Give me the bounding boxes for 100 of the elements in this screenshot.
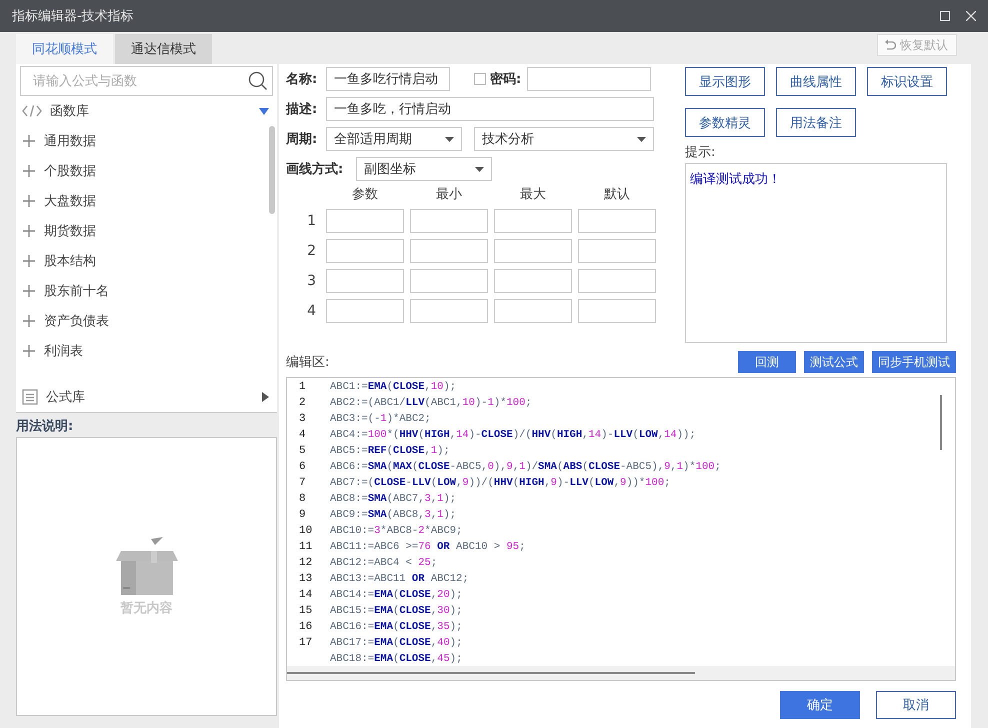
line-number: 10 bbox=[298, 525, 314, 537]
password-field[interactable] bbox=[527, 67, 652, 91]
code-line: ABC18:=EMA(CLOSE,45); bbox=[330, 653, 462, 665]
column-header: 最小 bbox=[435, 187, 463, 203]
code-line: ABC7:=(CLOSE-LLV(LOW,9))/(HHV(HIGH,9)-LLV(LOW,9))*100; bbox=[330, 477, 670, 489]
line-number: 16 bbox=[298, 621, 314, 633]
param-field[interactable] bbox=[326, 209, 404, 233]
code-editor[interactable] bbox=[286, 377, 956, 681]
line-number: 9 bbox=[298, 509, 307, 521]
code-line: ABC17:=EMA(CLOSE,40); bbox=[330, 637, 462, 649]
param-field[interactable] bbox=[326, 299, 404, 323]
param-field[interactable] bbox=[494, 299, 572, 323]
search-icon[interactable] bbox=[248, 71, 268, 91]
scrollbar-thumb[interactable] bbox=[940, 395, 942, 450]
row-number: 4 bbox=[306, 302, 317, 321]
line-number: 3 bbox=[298, 413, 307, 425]
code-line: ABC6:=SMA(MAX(CLOSE-ABC5,0),9,1)/SMA(ABS(CLOSE-ABC5),9,1)*100; bbox=[330, 461, 721, 473]
search-field[interactable]: 请输入公式与函数 bbox=[20, 66, 273, 96]
param-field[interactable] bbox=[410, 209, 488, 233]
code-line: ABC16:=EMA(CLOSE,35); bbox=[330, 621, 462, 633]
code-line: ABC14:=EMA(CLOSE,20); bbox=[330, 589, 462, 601]
hint-label: 提示: bbox=[685, 144, 716, 161]
empty-box-icon bbox=[114, 536, 178, 594]
library-item[interactable]: 个股数据 bbox=[20, 156, 263, 186]
action-button[interactable]: 标识设置 bbox=[867, 67, 947, 96]
code-line: ABC3:=(-1)*ABC2; bbox=[330, 413, 431, 425]
close-icon[interactable] bbox=[966, 11, 976, 21]
caret-down-icon bbox=[637, 136, 646, 142]
password-label: 密码: bbox=[490, 70, 522, 88]
param-field[interactable] bbox=[494, 209, 572, 233]
draw-mode-label: 画线方式: bbox=[286, 160, 344, 178]
caret-down-icon bbox=[445, 136, 454, 142]
row-number: 1 bbox=[306, 212, 317, 231]
maximize-icon[interactable] bbox=[940, 11, 950, 21]
name-field[interactable]: 一鱼多吃行情启动 bbox=[326, 67, 450, 91]
code-line: ABC4:=100*(HHV(HIGH,14)-CLOSE)/(HHV(HIGH,14)-LLV(LOW,14)); bbox=[330, 429, 696, 441]
code-line: ABC1:=EMA(CLOSE,10); bbox=[330, 381, 456, 393]
period-dropdown[interactable]: 全部适用周期 bbox=[326, 127, 462, 151]
column-header: 最大 bbox=[519, 187, 547, 203]
row-number: 3 bbox=[306, 272, 317, 291]
param-field[interactable] bbox=[578, 269, 656, 293]
line-number: 6 bbox=[298, 461, 307, 473]
line-number: 2 bbox=[298, 397, 307, 409]
param-field[interactable] bbox=[410, 299, 488, 323]
editor-button[interactable]: 测试公式 bbox=[804, 351, 864, 373]
code-icon bbox=[22, 105, 42, 117]
action-button[interactable]: 曲线属性 bbox=[776, 67, 856, 96]
line-number: 4 bbox=[298, 429, 307, 441]
action-button[interactable]: 参数精灵 bbox=[685, 108, 765, 137]
editor-button[interactable]: 同步手机测试 bbox=[872, 351, 956, 373]
description-field[interactable]: 一鱼多吃，行情启动 bbox=[326, 97, 654, 121]
usage-label: 用法说明: bbox=[16, 418, 74, 436]
param-field[interactable] bbox=[494, 269, 572, 293]
param-field[interactable] bbox=[578, 239, 656, 263]
library-item[interactable]: 期货数据 bbox=[20, 216, 263, 246]
category-dropdown[interactable]: 技术分析 bbox=[474, 127, 654, 151]
line-number: 1 bbox=[298, 381, 307, 393]
draw-mode-dropdown[interactable]: 副图坐标 bbox=[356, 157, 492, 181]
library-item[interactable]: 利润表 bbox=[20, 336, 263, 366]
action-button[interactable]: 显示图形 bbox=[685, 67, 765, 96]
line-number: 7 bbox=[298, 477, 307, 489]
dialog-button[interactable]: 确定 bbox=[780, 691, 860, 719]
line-number: 17 bbox=[298, 637, 314, 649]
code-line: ABC15:=EMA(CLOSE,30); bbox=[330, 605, 462, 617]
param-field[interactable] bbox=[326, 239, 404, 263]
code-line: ABC9:=SMA(ABC8,3,1); bbox=[330, 509, 456, 521]
horizontal-scrollbar[interactable] bbox=[287, 666, 955, 680]
library-item[interactable]: 股东前十名 bbox=[20, 276, 263, 306]
code-line: ABC8:=SMA(ABC7,3,1); bbox=[330, 493, 456, 505]
library-header[interactable]: 函数库 bbox=[20, 96, 277, 126]
param-field[interactable] bbox=[494, 239, 572, 263]
editor-button[interactable]: 回测 bbox=[738, 351, 796, 373]
library-item[interactable]: 通用数据 bbox=[20, 126, 263, 156]
param-field[interactable] bbox=[578, 299, 656, 323]
param-field[interactable] bbox=[578, 209, 656, 233]
line-number: 12 bbox=[298, 557, 314, 569]
library-item[interactable]: 资产负债表 bbox=[20, 306, 263, 336]
row-number: 2 bbox=[306, 242, 317, 261]
param-field[interactable] bbox=[326, 269, 404, 293]
dialog-button[interactable]: 取消 bbox=[876, 691, 956, 719]
mode-tab[interactable]: 通达信模式 bbox=[115, 34, 212, 64]
mode-tab[interactable]: 同花顺模式 bbox=[16, 34, 113, 64]
scrollbar-thumb[interactable] bbox=[269, 126, 275, 214]
line-number: 15 bbox=[298, 605, 314, 617]
column-header: 参数 bbox=[351, 187, 379, 203]
editor-label: 编辑区: bbox=[286, 354, 330, 371]
param-field[interactable] bbox=[410, 269, 488, 293]
library-item[interactable]: 大盘数据 bbox=[20, 186, 263, 216]
password-checkbox[interactable] bbox=[474, 73, 486, 85]
hint-message: 编译测试成功！ bbox=[690, 172, 781, 187]
param-field[interactable] bbox=[410, 239, 488, 263]
caret-down-icon bbox=[475, 166, 484, 172]
library-item[interactable]: 股本结构 bbox=[20, 246, 263, 276]
undo-icon bbox=[884, 39, 896, 51]
action-button[interactable]: 用法备注 bbox=[776, 108, 856, 137]
line-number: 13 bbox=[298, 573, 314, 585]
code-line: ABC11:=ABC6 >=76 OR ABC10 > 95; bbox=[330, 541, 526, 553]
window-title: 指标编辑器-技术指标 bbox=[12, 8, 134, 25]
name-label: 名称: bbox=[286, 71, 318, 88]
caret-down-icon bbox=[259, 108, 269, 114]
